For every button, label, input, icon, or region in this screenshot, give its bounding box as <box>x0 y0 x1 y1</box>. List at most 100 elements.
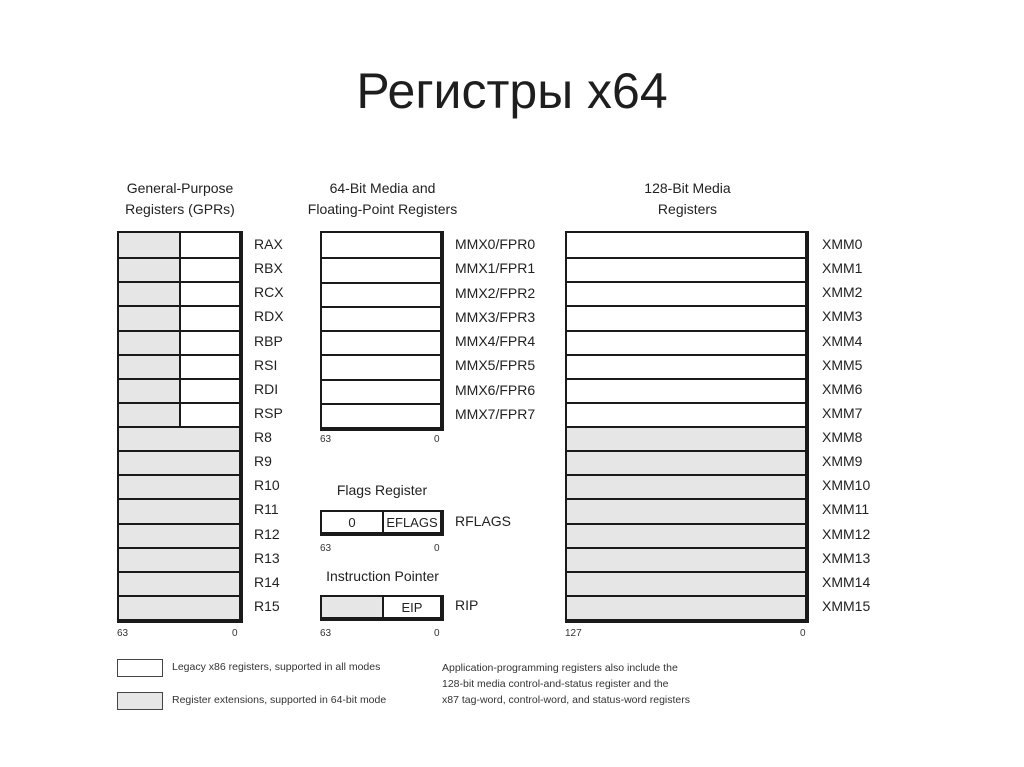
register-label-mmx0-fpr0: MMX0/FPR0 <box>455 236 536 253</box>
register-row-xmm3 <box>567 305 805 330</box>
footnote-line-1: Application-programming registers also i… <box>442 662 678 674</box>
register-row-mmx2-fpr2 <box>322 281 440 306</box>
register-row-r9 <box>119 450 239 475</box>
register-label-xmm4: XMM4 <box>822 332 863 349</box>
register-row-r14 <box>119 570 239 595</box>
register-label-rbx: RBX <box>254 260 283 277</box>
register-row-r8 <box>119 426 239 451</box>
xmm-header-line-2: Registers <box>657 201 718 217</box>
register-lower-half <box>181 331 239 354</box>
xmm-register-block <box>565 231 809 623</box>
register-row-xmm11 <box>567 498 805 523</box>
mmx-header-line-1: 64-Bit Media and <box>329 180 436 196</box>
rip-name: RIP <box>455 597 479 613</box>
ip-bit-low: 0 <box>434 628 440 639</box>
register-upper-half <box>119 355 181 378</box>
register-label-xmm10: XMM10 <box>822 477 871 494</box>
register-label-mmx5-fpr5: MMX5/FPR5 <box>455 357 536 374</box>
register-label-r15: R15 <box>254 597 280 614</box>
gpr-header-line-1: General-Purpose <box>126 180 234 196</box>
register-label-r9: R9 <box>254 453 272 470</box>
register-row-rsi <box>119 353 239 378</box>
register-label-mmx2-fpr2: MMX2/FPR2 <box>455 284 536 301</box>
register-label-xmm3: XMM3 <box>822 308 863 325</box>
register-row-xmm2 <box>567 281 805 306</box>
register-label-mmx6-fpr6: MMX6/FPR6 <box>455 381 536 398</box>
register-label-rsp: RSP <box>254 404 283 421</box>
register-upper-half <box>119 403 181 426</box>
register-label-r10: R10 <box>254 477 280 494</box>
register-label-xmm9: XMM9 <box>822 453 863 470</box>
slide-title: Регистры x64 <box>356 63 668 119</box>
register-row-xmm5 <box>567 353 805 378</box>
register-row-rcx <box>119 281 239 306</box>
register-label-rsi: RSI <box>254 356 278 373</box>
register-row-xmm8 <box>567 426 805 451</box>
eip-lower-half: EIP <box>384 597 440 617</box>
gpr-bit-low: 0 <box>232 628 238 639</box>
register-row-rax <box>119 233 239 258</box>
register-label-xmm15: XMM15 <box>822 597 871 614</box>
rflags-name: RFLAGS <box>455 513 512 529</box>
register-lower-half <box>181 283 239 306</box>
register-row-xmm4 <box>567 329 805 354</box>
register-label-rcx: RCX <box>254 284 284 301</box>
register-label-mmx3-fpr3: MMX3/FPR3 <box>455 308 536 325</box>
register-row-r12 <box>119 522 239 547</box>
register-label-rdi: RDI <box>254 380 279 397</box>
register-row-mmx4-fpr4 <box>322 330 440 355</box>
footnote-line-2: 128-bit media control-and-status registe… <box>442 678 669 690</box>
register-row-xmm12 <box>567 522 805 547</box>
register-row-xmm0 <box>567 233 805 258</box>
register-label-xmm7: XMM7 <box>822 404 863 421</box>
register-row-r10 <box>119 474 239 499</box>
mmx-header-line-2: Floating-Point Registers <box>307 201 458 217</box>
mmx-header: 64-Bit Media and Floating-Point Register… <box>300 178 465 220</box>
flags-bit-high: 63 <box>320 543 332 554</box>
mmx-register-block <box>320 231 444 431</box>
register-lower-half <box>181 259 239 282</box>
ip-header: Instruction Pointer <box>326 568 439 584</box>
register-label-mmx7-fpr7: MMX7/FPR7 <box>455 405 536 422</box>
register-upper-half <box>119 331 181 354</box>
register-label-xmm5: XMM5 <box>822 356 863 373</box>
register-row-rsp <box>119 401 239 426</box>
gpr-header: General-Purpose Registers (GPRs) <box>100 178 260 220</box>
register-lower-half <box>181 379 239 402</box>
register-label-r8: R8 <box>254 429 272 446</box>
register-upper-half <box>119 259 181 282</box>
register-upper-half <box>119 379 181 402</box>
register-label-xmm8: XMM8 <box>822 429 863 446</box>
register-label-xmm13: XMM13 <box>822 549 871 566</box>
register-lower-half <box>181 307 239 330</box>
register-label-xmm14: XMM14 <box>822 573 871 590</box>
register-row-xmm6 <box>567 377 805 402</box>
register-row-mmx3-fpr3 <box>322 305 440 330</box>
register-label-xmm11: XMM11 <box>822 501 870 518</box>
register-label-mmx4-fpr4: MMX4/FPR4 <box>455 333 536 350</box>
register-row-rbx <box>119 257 239 282</box>
register-label-rax: RAX <box>254 236 283 253</box>
register-label-rbp: RBP <box>254 332 283 349</box>
gpr-register-block <box>117 231 243 623</box>
mmx-bit-high: 63 <box>320 434 332 445</box>
register-row-xmm9 <box>567 450 805 475</box>
register-label-xmm6: XMM6 <box>822 380 863 397</box>
footnote: Application-programming registers also i… <box>442 660 690 708</box>
xmm-header-line-1: 128-Bit Media <box>644 180 731 196</box>
register-row-xmm7 <box>567 401 805 426</box>
register-row-mmx7-fpr7 <box>322 402 440 427</box>
register-row-rbp <box>119 329 239 354</box>
register-upper-half <box>119 307 181 330</box>
register-label-xmm0: XMM0 <box>822 236 863 253</box>
register-row-xmm14 <box>567 570 805 595</box>
register-row-xmm15 <box>567 594 805 619</box>
register-label-r11: R11 <box>254 501 279 518</box>
rflags-upper-value: 0 <box>348 514 356 530</box>
register-row-xmm1 <box>567 257 805 282</box>
legend-legacy-text: Legacy x86 registers, supported in all m… <box>172 661 381 673</box>
register-upper-half <box>119 233 181 258</box>
register-row-rdi <box>119 377 239 402</box>
gpr-header-line-2: Registers (GPRs) <box>125 201 235 217</box>
register-row-rdx <box>119 305 239 330</box>
